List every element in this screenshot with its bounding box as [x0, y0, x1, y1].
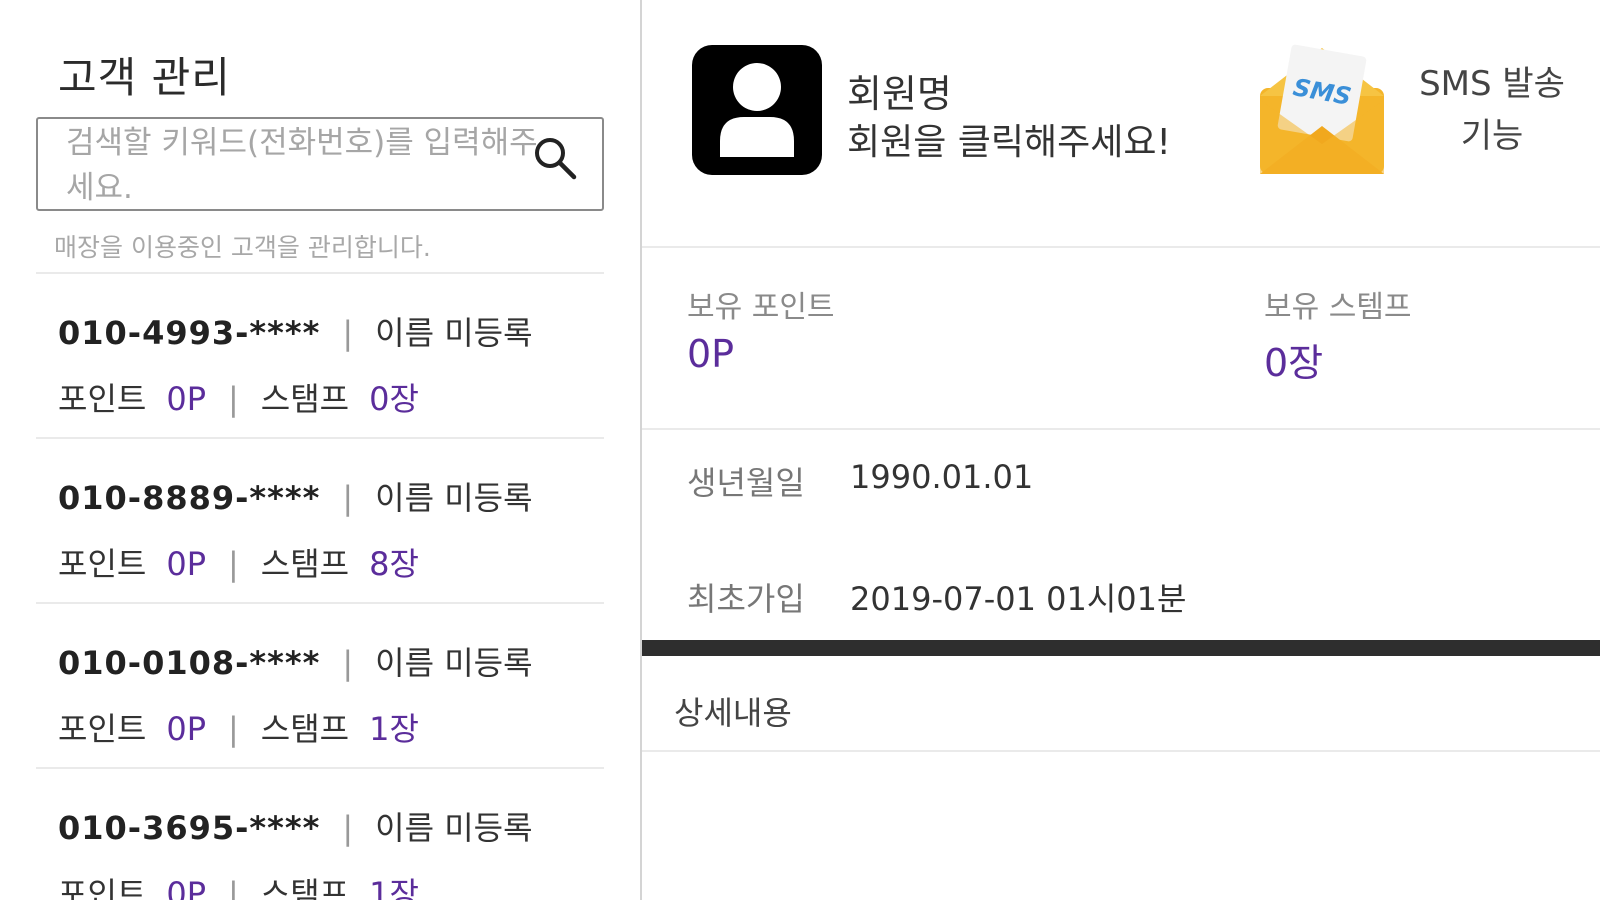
customer-summary: 010-8889-**** | 이름 미등록	[58, 473, 533, 519]
customer-list[interactable]: 010-4993-**** | 이름 미등록 포인트 0P | 스탬프 0장 010-8889-…	[36, 272, 604, 900]
points-label: 포인트	[58, 710, 147, 748]
page-title: 고객 관리	[58, 53, 231, 102]
customer-list-item[interactable]: 010-3695-**** | 이름 미등록포인트 0P | 스탬프 1장	[36, 769, 604, 900]
customer-phone: 010-0108-****	[58, 644, 321, 682]
divider	[642, 428, 1600, 430]
customer-management-app: 고객 관리 매장을 이용중인 고객을 관리합니다. 010-4993-**** |…	[0, 0, 1600, 900]
points-label: 포인트	[58, 875, 147, 900]
stamps-label: 스탬프	[260, 875, 350, 900]
separator: |	[227, 710, 239, 748]
user-avatar-icon	[692, 45, 822, 175]
customer-phone: 010-4993-****	[58, 314, 321, 352]
member-select-prompt: 회원을 클릭해주세요!	[847, 122, 1171, 163]
points-label: 포인트	[58, 380, 147, 418]
search-box[interactable]	[36, 117, 604, 211]
stamps-label: 보유 스템프	[1264, 290, 1412, 325]
points-value: 0P	[166, 875, 206, 900]
customer-name: 이름 미등록	[375, 644, 533, 682]
sms-send-button[interactable]: SMS 발송 기능	[1417, 58, 1567, 162]
customer-summary: 010-3695-**** | 이름 미등록	[58, 803, 533, 849]
separator: |	[227, 545, 239, 583]
customer-balance: 포인트 0P | 스탬프 1장	[58, 869, 419, 900]
sms-envelope-icon[interactable]: SMS	[1254, 40, 1390, 180]
customer-phone: 010-3695-****	[58, 809, 321, 847]
separator: |	[227, 875, 239, 900]
points-label: 보유 포인트	[687, 290, 835, 325]
stamps-value: 1장	[369, 875, 419, 900]
customer-summary: 010-0108-**** | 이름 미등록	[58, 638, 533, 684]
customer-list-item[interactable]: 010-4993-**** | 이름 미등록포인트 0P | 스탬프 0장	[36, 274, 604, 439]
points-value: 0P	[166, 710, 206, 748]
points-value: 0P	[687, 332, 735, 376]
join-date-value: 2019-07-01 01시01분	[850, 580, 1187, 618]
customer-list-item[interactable]: 010-8889-**** | 이름 미등록포인트 0P | 스탬프 8장	[36, 439, 604, 604]
birthdate-value: 1990.01.01	[850, 458, 1034, 496]
customer-name: 이름 미등록	[375, 479, 533, 517]
customer-balance: 포인트 0P | 스탬프 1장	[58, 704, 419, 750]
join-date-label: 최초가입	[687, 580, 805, 618]
panel-subtitle: 매장을 이용중인 고객을 관리합니다.	[54, 233, 431, 262]
separator: |	[342, 644, 354, 682]
separator: |	[342, 479, 354, 517]
member-name-title: 회원명	[847, 72, 952, 116]
points-value: 0P	[166, 380, 206, 418]
points-label: 포인트	[58, 545, 147, 583]
stamps-value: 0장	[369, 380, 419, 418]
points-value: 0P	[166, 545, 206, 583]
stamps-value: 8장	[369, 545, 419, 583]
customer-name: 이름 미등록	[375, 314, 533, 352]
search-input[interactable]	[66, 121, 546, 207]
customer-summary: 010-4993-**** | 이름 미등록	[58, 308, 533, 354]
birthdate-label: 생년월일	[687, 464, 805, 502]
stamps-label: 스탬프	[260, 545, 350, 583]
section-separator	[642, 640, 1600, 656]
customer-phone: 010-8889-****	[58, 479, 321, 517]
customer-list-panel: 고객 관리 매장을 이용중인 고객을 관리합니다. 010-4993-**** |…	[0, 0, 640, 900]
stamps-value: 1장	[369, 710, 419, 748]
stamps-label: 스탬프	[260, 710, 350, 748]
search-icon[interactable]	[530, 133, 580, 183]
customer-name: 이름 미등록	[375, 809, 533, 847]
stamps-value: 0장	[1264, 341, 1324, 385]
divider	[642, 246, 1600, 248]
stamps-label: 스탬프	[260, 380, 350, 418]
customer-list-item[interactable]: 010-0108-**** | 이름 미등록포인트 0P | 스탬프 1장	[36, 604, 604, 769]
divider	[642, 750, 1600, 752]
separator: |	[342, 314, 354, 352]
separator: |	[342, 809, 354, 847]
separator: |	[227, 380, 239, 418]
customer-balance: 포인트 0P | 스탬프 0장	[58, 374, 419, 420]
detail-section-title: 상세내용	[674, 694, 792, 732]
customer-detail-panel: 회원명 회원을 클릭해주세요! SMS SMS 발송 기능 보유 포인트 0P …	[642, 0, 1600, 900]
customer-balance: 포인트 0P | 스탬프 8장	[58, 539, 419, 585]
